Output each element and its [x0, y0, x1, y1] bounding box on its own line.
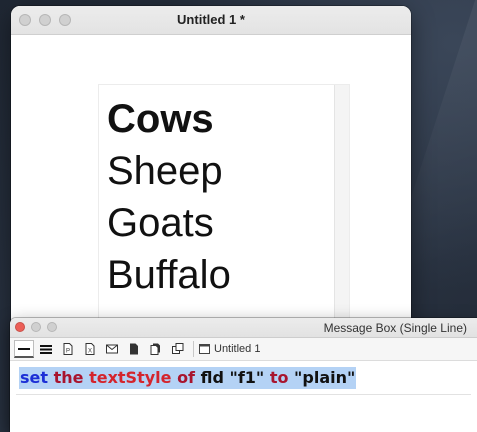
global-variables-icon[interactable]: X: [80, 340, 100, 358]
minimize-button[interactable]: [31, 322, 41, 332]
text-field-f1[interactable]: Cows Sheep Goats Buffalo: [98, 84, 350, 336]
field-line: Sheep: [107, 149, 223, 193]
message-box-titlebar[interactable]: Message Box (Single Line): [10, 318, 477, 338]
window-icon: [199, 344, 210, 354]
message-path-icon[interactable]: [168, 340, 188, 358]
command-token: of: [177, 368, 196, 387]
stack-tab-label: Untitled 1: [214, 343, 261, 355]
global-properties-icon[interactable]: P: [58, 340, 78, 358]
single-line-icon[interactable]: [14, 340, 34, 358]
command-token: to: [269, 368, 289, 387]
command-token: textStyle: [89, 368, 172, 387]
command-token: set: [20, 368, 49, 387]
command-token: the: [53, 368, 84, 387]
stack-titlebar[interactable]: Untitled 1 *: [11, 6, 411, 35]
command-input[interactable]: set the textStyle of fld "f1" to "plain": [10, 361, 477, 431]
window-title: Untitled 1 *: [177, 12, 245, 27]
command-line-divider: [16, 394, 471, 395]
command-text-selected[interactable]: set the textStyle of fld "f1" to "plain": [19, 367, 357, 389]
command-token: "f1": [229, 368, 265, 387]
close-button[interactable]: [15, 322, 25, 332]
toolbar-separator: [193, 341, 194, 357]
field-scrollbar[interactable]: [334, 85, 349, 335]
pending-messages-icon[interactable]: [102, 340, 122, 358]
back-scripts-icon[interactable]: [146, 340, 166, 358]
multi-line-icon[interactable]: [36, 340, 56, 358]
window-controls: [15, 322, 57, 332]
field-line: Goats: [107, 201, 214, 245]
zoom-button[interactable]: [47, 322, 57, 332]
message-box-toolbar: P X Untitled 1: [10, 338, 477, 361]
command-token: "plain": [294, 368, 356, 387]
message-box-title: Message Box (Single Line): [323, 321, 467, 335]
field-line: Cows: [107, 97, 214, 141]
command-token: fld: [200, 368, 224, 387]
front-scripts-icon[interactable]: [124, 340, 144, 358]
message-box-window: Message Box (Single Line) P X Untitled 1…: [10, 318, 477, 432]
svg-text:P: P: [66, 349, 70, 355]
stack-tab[interactable]: Untitled 1: [199, 343, 260, 355]
field-text: Cows Sheep Goats Buffalo: [107, 93, 231, 301]
svg-text:X: X: [88, 349, 92, 355]
field-line: Buffalo: [107, 253, 231, 297]
